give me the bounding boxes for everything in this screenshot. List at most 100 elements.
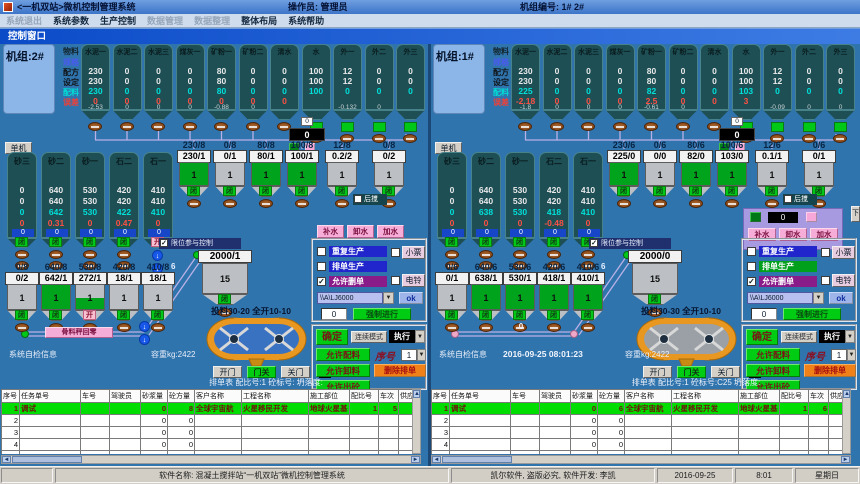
production-option-checkbox[interactable] xyxy=(747,247,756,256)
hopper-gate-badge[interactable]: 闭 xyxy=(15,237,28,247)
scroll-left-arrow[interactable]: ◄ xyxy=(432,456,441,463)
belt-valve-icon[interactable]: ↓ xyxy=(139,321,150,332)
hopper-gate-badge[interactable]: 闭 xyxy=(259,186,272,196)
hopper-gate-badge[interactable]: 闭 xyxy=(653,186,666,196)
hopper-gate-badge[interactable]: 闭 xyxy=(479,310,492,320)
table-row[interactable]: 500 xyxy=(2,451,413,455)
hopper-gate-badge[interactable]: 闭 xyxy=(725,186,738,196)
material-valve-icon[interactable] xyxy=(676,122,690,131)
table-horizontal-scrollbar[interactable]: ◄► xyxy=(431,455,851,464)
hopper-gate-badge[interactable]: 闭 xyxy=(15,310,28,320)
discharge-valve-icon[interactable] xyxy=(547,323,561,332)
table-row[interactable]: 300 xyxy=(432,427,843,439)
discharge-valve-icon[interactable] xyxy=(151,323,165,332)
side-option-label[interactable]: 小票 xyxy=(402,246,425,259)
delete-order-button[interactable]: 删除排单 xyxy=(374,364,426,377)
production-option-label[interactable]: 重复生产 xyxy=(329,246,387,257)
hopper-gate-badge[interactable]: 闭 xyxy=(513,237,526,247)
bin-valve-icon[interactable] xyxy=(479,250,493,259)
discharge-valve-icon[interactable] xyxy=(223,199,237,208)
table-row[interactable]: 1调试06全球宇宙航火星移民开发地球火星基1642 xyxy=(432,403,843,415)
belt-valve-icon[interactable]: ↓ xyxy=(139,334,150,345)
side-option-checkbox[interactable] xyxy=(391,276,400,285)
pump-indicator[interactable] xyxy=(404,122,417,132)
hopper-gate-badge[interactable]: 闭 xyxy=(513,310,526,320)
water-aux-start-button[interactable] xyxy=(750,212,761,222)
allow-discharge-button[interactable]: 允许卸料 xyxy=(746,364,800,377)
table-row[interactable]: 500 xyxy=(432,451,843,455)
material-valve-icon[interactable] xyxy=(581,122,595,131)
ok-button[interactable]: ok xyxy=(829,292,853,304)
ok-button[interactable]: ok xyxy=(399,292,423,304)
bin-valve-icon[interactable] xyxy=(513,250,527,259)
discharge-valve-icon[interactable] xyxy=(765,199,779,208)
production-option-checkbox[interactable]: ✓ xyxy=(317,277,326,286)
device-combobox[interactable]: \\A\LJ6000 xyxy=(317,292,383,304)
bin-valve-icon[interactable] xyxy=(547,250,561,259)
bin-valve-icon[interactable] xyxy=(83,250,97,259)
production-option-label[interactable]: 排单生产 xyxy=(329,261,387,272)
hopper-gate-badge[interactable]: 闭 xyxy=(218,294,231,304)
discharge-valve-icon[interactable] xyxy=(581,323,595,332)
hopper-gate-badge[interactable]: 闭 xyxy=(223,186,236,196)
discharge-valve-icon[interactable] xyxy=(295,199,309,208)
hopper-gate-badge[interactable]: 闭 xyxy=(187,186,200,196)
production-option-label[interactable]: 允许删单 xyxy=(329,276,387,287)
hopper-gate-badge[interactable]: 闭 xyxy=(335,186,348,196)
water-aux-button[interactable]: 加水 xyxy=(377,225,404,238)
menu-item[interactable]: 系统参数 xyxy=(53,14,89,27)
discharge-valve-icon[interactable] xyxy=(117,323,131,332)
bin-valve-icon[interactable] xyxy=(15,250,29,259)
table-row[interactable]: 400 xyxy=(432,439,843,451)
material-valve-icon[interactable] xyxy=(151,122,165,131)
side-option-label[interactable]: 小票 xyxy=(832,246,855,259)
discharge-valve-icon[interactable] xyxy=(653,199,667,208)
side-option-checkbox[interactable] xyxy=(391,248,400,257)
hopper-gate-badge[interactable]: 闭 xyxy=(117,310,130,320)
hopper-gate-badge[interactable]: 闭 xyxy=(117,237,130,247)
scroll-right-arrow[interactable]: ► xyxy=(841,456,850,463)
hopper-gate-badge[interactable]: 闭 xyxy=(689,186,702,196)
material-valve-icon[interactable] xyxy=(246,122,260,131)
scale-zero-button[interactable]: 骨料秤回零 xyxy=(45,327,113,338)
discharge-valve-icon[interactable] xyxy=(445,323,459,332)
scroll-thumb[interactable] xyxy=(12,456,82,463)
material-valve-icon[interactable] xyxy=(183,122,197,131)
discharge-valve-icon[interactable] xyxy=(335,199,349,208)
hopper-gate-badge[interactable]: 闭 xyxy=(547,310,560,320)
force-count-input[interactable]: 0 xyxy=(321,308,347,320)
allow-discharge-button[interactable]: 允许卸料 xyxy=(316,364,370,377)
hopper-gate-badge[interactable]: 闭 xyxy=(479,237,492,247)
pump-indicator[interactable] xyxy=(373,122,386,132)
table-row[interactable]: 300 xyxy=(2,427,413,439)
side-option-label[interactable]: 电铃 xyxy=(402,274,425,287)
scroll-thumb[interactable] xyxy=(442,456,512,463)
material-valve-icon[interactable] xyxy=(644,122,658,131)
scroll-up-arrow[interactable]: ▲ xyxy=(843,390,850,398)
scroll-up-arrow[interactable]: ▲ xyxy=(413,390,420,398)
water-aux-stop-button[interactable] xyxy=(806,212,817,222)
hopper-gate-badge[interactable]: 闭 xyxy=(83,237,96,247)
production-option-label[interactable]: 排单生产 xyxy=(759,261,817,272)
hopper-gate-badge[interactable]: 闭 xyxy=(547,237,560,247)
bin-valve-icon[interactable] xyxy=(581,250,595,259)
material-valve-icon[interactable] xyxy=(613,122,627,131)
discharge-valve-icon[interactable] xyxy=(725,199,739,208)
confirm-button[interactable]: 确定 xyxy=(316,329,348,345)
pump-indicator[interactable] xyxy=(803,122,816,132)
table-row[interactable]: 200 xyxy=(432,415,843,427)
hopper-gate-badge[interactable]: 闭 xyxy=(49,237,62,247)
hopper-gate-badge[interactable]: 闭 xyxy=(445,310,458,320)
sequence-dropdown-arrow[interactable]: ▼ xyxy=(417,349,426,361)
belt-feed-valve-icon[interactable]: ↓ xyxy=(152,250,163,261)
force-count-input[interactable]: 0 xyxy=(751,308,777,320)
scroll-right-arrow[interactable]: ► xyxy=(411,456,420,463)
material-valve-icon[interactable] xyxy=(518,122,532,131)
hopper-gate-badge[interactable]: 闭 xyxy=(445,237,458,247)
menu-item[interactable]: 系统帮助 xyxy=(288,14,324,27)
table-row[interactable]: 1调试08全球宇宙航火星移民开发地球火星基1536 xyxy=(2,403,413,415)
hopper-gate-badge[interactable]: 闭 xyxy=(617,186,630,196)
force-proceed-button[interactable]: 强制进行 xyxy=(353,308,411,320)
hopper-gate-badge[interactable]: 闭 xyxy=(648,294,661,304)
exec-dropdown-arrow[interactable]: ▼ xyxy=(415,330,425,343)
